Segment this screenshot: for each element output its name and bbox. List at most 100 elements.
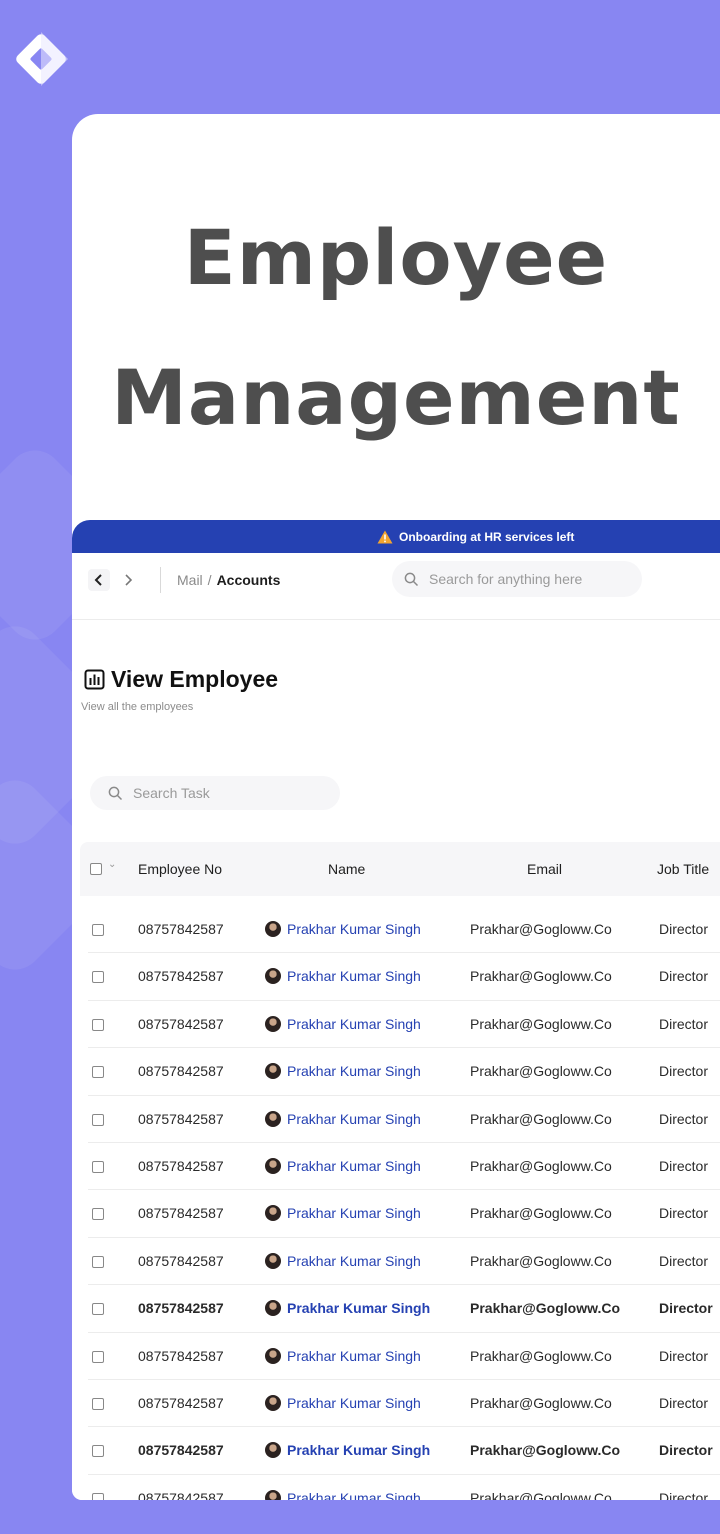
employee-email: Prakhar@Gogloww.Co (470, 1394, 612, 1411)
task-search[interactable] (90, 776, 340, 810)
row-checkbox[interactable] (92, 1445, 104, 1458)
chevron-down-icon[interactable]: ⌄ (108, 859, 116, 870)
employee-no: 08757842587 (138, 1205, 224, 1222)
table-row[interactable]: 08757842587 Prakhar Kumar Singh Prakhar@Go… (88, 1333, 720, 1380)
employee-job-title: Director (659, 1442, 713, 1459)
table-row[interactable]: 08757842587 Prakhar Kumar Singh Prakhar@Go… (88, 1380, 720, 1428)
column-name[interactable]: Name (328, 861, 365, 877)
employee-email: Prakhar@Gogloww.Co (470, 1110, 612, 1127)
employee-name[interactable]: Prakhar Kumar Singh (287, 1205, 421, 1221)
employee-email: Prakhar@Gogloww.Co (470, 968, 612, 985)
top-bar: Mail / Accounts (72, 553, 720, 620)
employee-name-link[interactable]: Prakhar Kumar Singh (265, 968, 421, 985)
employee-name[interactable]: Prakhar Kumar Singh (287, 968, 421, 984)
employee-name[interactable]: Prakhar Kumar Singh (287, 1395, 421, 1411)
row-checkbox[interactable] (92, 1397, 104, 1410)
employee-name[interactable]: Prakhar Kumar Singh (287, 1442, 430, 1458)
table-row[interactable]: 08757842587 Prakhar Kumar Singh Prakhar@Go… (88, 906, 720, 954)
employee-email: Prakhar@Gogloww.Co (470, 1063, 612, 1080)
table-row[interactable]: 08757842587 Prakhar Kumar Singh Prakhar@Go… (88, 1143, 720, 1191)
employee-job-title: Director (659, 968, 709, 985)
row-checkbox[interactable] (92, 971, 104, 984)
table-row[interactable]: 08757842587 Prakhar Kumar Singh Prakhar@Go… (88, 1285, 720, 1333)
avatar (265, 1252, 281, 1269)
avatar (265, 1063, 281, 1080)
employee-name[interactable]: Prakhar Kumar Singh (287, 1490, 421, 1500)
global-search-input[interactable] (429, 571, 609, 587)
employee-name-link[interactable]: Prakhar Kumar Singh (265, 1442, 430, 1459)
employee-email: Prakhar@Gogloww.Co (470, 1489, 612, 1500)
employee-name-link[interactable]: Prakhar Kumar Singh (265, 1063, 421, 1080)
employee-email: Prakhar@Gogloww.Co (470, 1252, 612, 1269)
forward-button[interactable] (117, 569, 139, 591)
employee-name-link[interactable]: Prakhar Kumar Singh (265, 1347, 421, 1364)
employee-name-link[interactable]: Prakhar Kumar Singh (265, 1394, 421, 1411)
headline: Employee Management (72, 188, 720, 468)
employee-name[interactable]: Prakhar Kumar Singh (287, 1253, 421, 1269)
employee-name-link[interactable]: Prakhar Kumar Singh (265, 1157, 421, 1174)
row-checkbox[interactable] (92, 1018, 104, 1031)
global-search[interactable] (392, 561, 642, 597)
avatar (265, 1015, 281, 1032)
employee-name[interactable]: Prakhar Kumar Singh (287, 1111, 421, 1127)
avatar (265, 1347, 281, 1364)
row-checkbox[interactable] (92, 924, 104, 936)
avatar (265, 1110, 281, 1127)
table-row[interactable]: 08757842587 Prakhar Kumar Singh Prakhar@Go… (88, 1238, 720, 1286)
row-checkbox[interactable] (92, 1492, 104, 1500)
employee-email: Prakhar@Gogloww.Co (470, 1015, 612, 1032)
breadcrumb: Mail / Accounts (177, 572, 280, 588)
promo-card: Employee Management Onboarding at HR ser… (72, 114, 720, 1500)
employee-job-title: Director (659, 1015, 709, 1032)
employee-email: Prakhar@Gogloww.Co (470, 921, 612, 937)
breadcrumb-mail[interactable]: Mail (177, 572, 203, 588)
employee-name[interactable]: Prakhar Kumar Singh (287, 921, 421, 937)
task-search-input[interactable] (133, 785, 313, 801)
table-row[interactable]: 08757842587 Prakhar Kumar Singh Prakhar@Go… (88, 953, 720, 1001)
table-row[interactable]: 08757842587 Prakhar Kumar Singh Prakhar@Go… (88, 1190, 720, 1238)
employee-email: Prakhar@Gogloww.Co (470, 1442, 621, 1459)
employee-name[interactable]: Prakhar Kumar Singh (287, 1016, 421, 1032)
row-checkbox[interactable] (92, 1303, 104, 1316)
employee-name[interactable]: Prakhar Kumar Singh (287, 1063, 421, 1079)
brand-logo (16, 32, 68, 86)
back-button[interactable] (88, 569, 110, 591)
divider (160, 567, 161, 593)
search-icon (404, 572, 419, 586)
row-checkbox[interactable] (92, 1066, 104, 1079)
select-all-checkbox[interactable] (90, 863, 102, 875)
table-row[interactable]: 08757842587 Prakhar Kumar Singh Prakhar@Go… (88, 1427, 720, 1475)
employee-name-link[interactable]: Prakhar Kumar Singh (265, 1110, 421, 1127)
employee-name-link[interactable]: Prakhar Kumar Singh (265, 1252, 421, 1269)
employee-name-link[interactable]: Prakhar Kumar Singh (265, 1205, 421, 1222)
employee-name-link[interactable]: Prakhar Kumar Singh (265, 921, 421, 937)
employee-name[interactable]: Prakhar Kumar Singh (287, 1348, 421, 1364)
employee-name[interactable]: Prakhar Kumar Singh (287, 1300, 430, 1316)
table-row[interactable]: 08757842587 Prakhar Kumar Singh Prakhar@Go… (88, 1001, 720, 1049)
employee-name-link[interactable]: Prakhar Kumar Singh (265, 1300, 430, 1317)
row-checkbox[interactable] (92, 1113, 104, 1126)
search-icon (108, 786, 123, 800)
employee-email: Prakhar@Gogloww.Co (470, 1205, 612, 1222)
row-checkbox[interactable] (92, 1255, 104, 1268)
breadcrumb-separator: / (207, 572, 212, 588)
column-employee-no[interactable]: Employee No (138, 861, 222, 877)
headline-line-2: Management (111, 353, 681, 442)
avatar (265, 1157, 281, 1174)
column-job-title[interactable]: Job Title (657, 861, 709, 877)
notification-banner[interactable]: Onboarding at HR services left (72, 520, 720, 553)
employee-no: 08757842587 (138, 1110, 224, 1127)
employee-name-link[interactable]: Prakhar Kumar Singh (265, 1015, 421, 1032)
column-email[interactable]: Email (527, 861, 562, 877)
table-row[interactable]: 08757842587 Prakhar Kumar Singh Prakhar@Go… (88, 1096, 720, 1143)
table-row[interactable]: 08757842587 Prakhar Kumar Singh Prakhar@Go… (88, 1048, 720, 1096)
employee-name[interactable]: Prakhar Kumar Singh (287, 1158, 421, 1174)
table-row[interactable]: 08757842587 Prakhar Kumar Singh Prakhar@Go… (88, 1475, 720, 1500)
employee-job-title: Director (659, 1489, 709, 1500)
breadcrumb-accounts[interactable]: Accounts (217, 572, 281, 588)
employee-name-link[interactable]: Prakhar Kumar Singh (265, 1489, 421, 1500)
employee-no: 08757842587 (138, 1157, 224, 1174)
row-checkbox[interactable] (92, 1350, 104, 1363)
row-checkbox[interactable] (92, 1208, 104, 1221)
row-checkbox[interactable] (92, 1160, 104, 1173)
